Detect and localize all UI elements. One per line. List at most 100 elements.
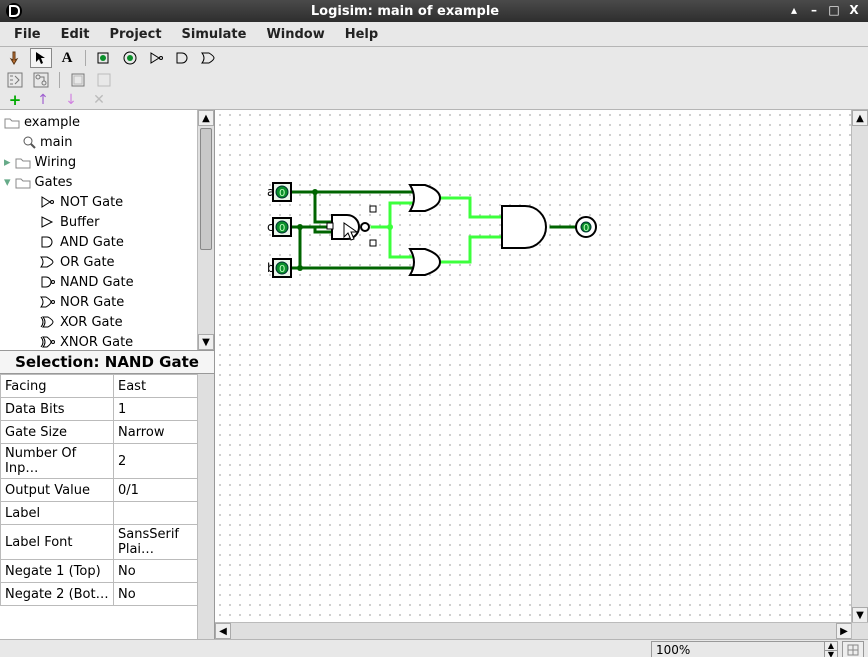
prop-row[interactable]: Data Bits1 bbox=[1, 398, 198, 421]
canvas-panel: a 0 c 0 b 0 bbox=[215, 110, 868, 639]
nand-gate-component[interactable] bbox=[327, 206, 376, 246]
prop-value[interactable]: Narrow bbox=[114, 421, 198, 444]
selection-handle[interactable] bbox=[370, 206, 376, 212]
scroll-up-icon[interactable]: ▲ bbox=[852, 110, 868, 126]
tree-item-label: XNOR Gate bbox=[60, 335, 133, 350]
tree-circuit-main[interactable]: main bbox=[0, 132, 198, 152]
tree-scrollbar[interactable]: ▲ ▼ bbox=[197, 110, 214, 350]
window-titlebar: Logisim: main of example ▴ – □ X bbox=[0, 0, 868, 22]
tree-gate-not[interactable]: NOT Gate bbox=[0, 192, 198, 212]
prop-value[interactable]: No bbox=[114, 560, 198, 583]
window-minimize-button[interactable]: – bbox=[806, 3, 822, 19]
scroll-down-icon[interactable]: ▼ bbox=[852, 607, 868, 623]
prop-value[interactable]: No bbox=[114, 583, 198, 606]
edit-circuit-appearance-icon[interactable] bbox=[93, 70, 115, 90]
edit-circuit-layout-icon[interactable] bbox=[67, 70, 89, 90]
app-icon bbox=[6, 3, 22, 19]
nor-gate-icon bbox=[40, 295, 56, 309]
select-tool-icon[interactable] bbox=[30, 48, 52, 68]
input-pin-b[interactable]: b 0 bbox=[267, 259, 291, 277]
or-gate-top-component[interactable] bbox=[410, 185, 440, 211]
and-gate-icon[interactable] bbox=[171, 48, 193, 68]
prop-value[interactable]: East bbox=[114, 375, 198, 398]
selection-handle[interactable] bbox=[327, 223, 333, 229]
zoom-grid-icon[interactable] bbox=[842, 641, 864, 657]
prop-row[interactable]: FacingEast bbox=[1, 375, 198, 398]
menu-window[interactable]: Window bbox=[256, 25, 334, 44]
buffer-icon bbox=[40, 215, 56, 229]
move-up-button[interactable]: ↑ bbox=[32, 90, 54, 110]
scroll-left-icon[interactable]: ◀ bbox=[215, 623, 231, 639]
add-circuit-button[interactable]: + bbox=[4, 90, 26, 110]
prop-name: Facing bbox=[1, 375, 114, 398]
scroll-right-icon[interactable]: ▶ bbox=[836, 623, 852, 639]
delete-circuit-button[interactable]: ✕ bbox=[88, 90, 110, 110]
scroll-up-icon[interactable]: ▲ bbox=[198, 110, 214, 126]
zoom-value[interactable]: 100% bbox=[652, 643, 824, 657]
zoom-down-icon[interactable]: ▼ bbox=[824, 650, 837, 657]
view-tree-icon[interactable] bbox=[4, 70, 26, 90]
poke-tool-icon[interactable] bbox=[4, 48, 26, 68]
prop-row[interactable]: Label bbox=[1, 502, 198, 525]
tree-gate-or[interactable]: OR Gate bbox=[0, 252, 198, 272]
canvas-scrollbar-vertical[interactable]: ▲ ▼ bbox=[851, 110, 868, 623]
or-gate-icon[interactable] bbox=[197, 48, 219, 68]
toolbar-separator bbox=[59, 72, 60, 88]
prop-row[interactable]: Negate 1 (Top)No bbox=[1, 560, 198, 583]
window-maximize-button[interactable]: □ bbox=[826, 3, 842, 19]
prop-row[interactable]: Gate SizeNarrow bbox=[1, 421, 198, 444]
prop-row[interactable]: Output Value0/1 bbox=[1, 479, 198, 502]
prop-value[interactable]: 2 bbox=[114, 444, 198, 479]
circuit-canvas[interactable]: a 0 c 0 b 0 bbox=[215, 110, 852, 623]
prop-name: Gate Size bbox=[1, 421, 114, 444]
and-gate-component[interactable] bbox=[502, 206, 546, 248]
input-pin-a[interactable]: a 0 bbox=[267, 183, 291, 201]
input-pin-icon[interactable] bbox=[93, 48, 115, 68]
tree-gate-nand[interactable]: NAND Gate bbox=[0, 272, 198, 292]
menu-help[interactable]: Help bbox=[335, 25, 388, 44]
tree-project-root[interactable]: example bbox=[0, 112, 198, 132]
or-gate-bottom-component[interactable] bbox=[410, 249, 440, 275]
menu-file[interactable]: File bbox=[4, 25, 51, 44]
prop-row[interactable]: Negate 2 (Bot…No bbox=[1, 583, 198, 606]
zoom-spinner[interactable]: 100% ▲ ▼ bbox=[651, 641, 838, 657]
prop-name: Number Of Inp… bbox=[1, 444, 114, 479]
tree-wiring[interactable]: ▸ Wiring bbox=[0, 152, 198, 172]
window-close-button[interactable]: X bbox=[846, 3, 862, 19]
main-toolbar: A bbox=[0, 47, 868, 69]
left-panel: example main ▸ Wiring ▾ Gates bbox=[0, 110, 215, 639]
menu-simulate[interactable]: Simulate bbox=[172, 25, 257, 44]
output-pin[interactable]: 0 bbox=[576, 217, 596, 237]
prop-value[interactable]: 1 bbox=[114, 398, 198, 421]
text-tool-icon[interactable]: A bbox=[56, 48, 78, 68]
tree-gate-nor[interactable]: NOR Gate bbox=[0, 292, 198, 312]
tree-gate-buffer[interactable]: Buffer bbox=[0, 212, 198, 232]
properties-scrollbar[interactable] bbox=[197, 374, 214, 639]
prop-row[interactable]: Label FontSansSerif Plai… bbox=[1, 525, 198, 560]
move-down-button[interactable]: ↓ bbox=[60, 90, 82, 110]
menu-project[interactable]: Project bbox=[99, 25, 171, 44]
window-shade-button[interactable]: ▴ bbox=[786, 3, 802, 19]
prop-value[interactable]: 0/1 bbox=[114, 479, 198, 502]
tree-gate-xor[interactable]: XOR Gate bbox=[0, 312, 198, 332]
prop-row[interactable]: Number Of Inp…2 bbox=[1, 444, 198, 479]
input-pin-c[interactable]: c 0 bbox=[267, 218, 291, 236]
tree-gate-xnor[interactable]: XNOR Gate bbox=[0, 332, 198, 350]
menubar: File Edit Project Simulate Window Help bbox=[0, 22, 868, 47]
menu-edit[interactable]: Edit bbox=[51, 25, 100, 44]
tree-gate-and[interactable]: AND Gate bbox=[0, 232, 198, 252]
output-pin-icon[interactable] bbox=[119, 48, 141, 68]
prop-value[interactable]: SansSerif Plai… bbox=[114, 525, 198, 560]
scroll-thumb[interactable] bbox=[200, 128, 212, 250]
tree-item-label: NAND Gate bbox=[60, 275, 134, 290]
tree-gates[interactable]: ▾ Gates bbox=[0, 172, 198, 192]
selection-handle[interactable] bbox=[370, 240, 376, 246]
prop-value[interactable] bbox=[114, 502, 198, 525]
not-gate-icon[interactable] bbox=[145, 48, 167, 68]
nand-gate-icon bbox=[40, 275, 56, 289]
view-simtree-icon[interactable] bbox=[30, 70, 52, 90]
canvas-scrollbar-horizontal[interactable]: ◀ ▶ bbox=[215, 622, 852, 639]
tree-item-label: Buffer bbox=[60, 215, 99, 230]
zoom-up-icon[interactable]: ▲ bbox=[824, 642, 837, 650]
scroll-down-icon[interactable]: ▼ bbox=[198, 334, 214, 350]
